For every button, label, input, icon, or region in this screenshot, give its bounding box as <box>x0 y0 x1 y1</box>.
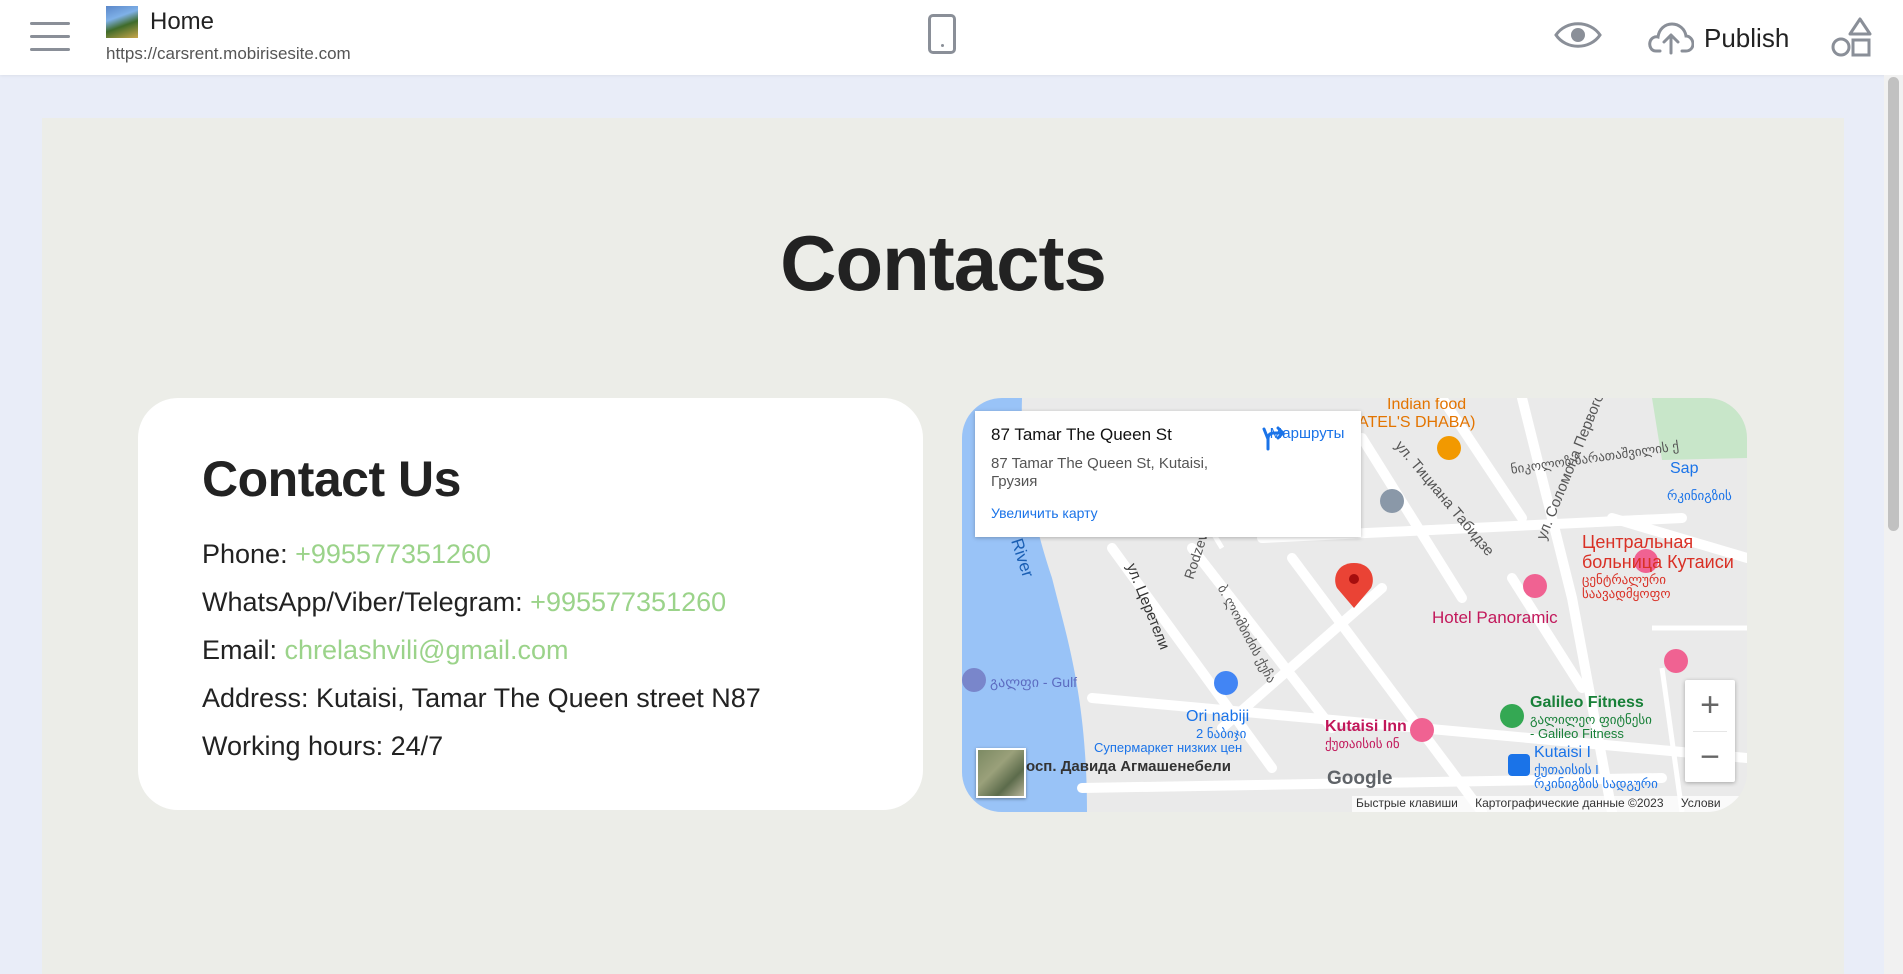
publish-label: Publish <box>1704 22 1790 53</box>
directions-button[interactable]: Маршруты <box>1262 425 1352 451</box>
scrollbar-thumb[interactable] <box>1888 77 1899 531</box>
site-thumbnail[interactable] <box>106 6 138 38</box>
map-label-galileo-2: - Galileo Fitness <box>1530 726 1624 741</box>
terms-link[interactable]: Услови <box>1681 796 1721 810</box>
map-label-hospital-2: больница Кутаиси <box>1582 552 1734 572</box>
map-label-gulf: გალფი - Gulf <box>990 674 1078 690</box>
map-data-text: Картографические данные ©2023 <box>1475 796 1664 810</box>
keyboard-shortcuts-link[interactable]: Быстрые клавиши <box>1356 796 1458 810</box>
map-label-kutaisi-i-ka-2: რკინიგზის სადგური <box>1534 776 1658 791</box>
enlarge-map-link[interactable]: Увеличить карту <box>991 505 1098 521</box>
messengers-line: WhatsApp/Viber/Telegram: +995577351260 <box>202 578 859 626</box>
map-info-window: 87 Tamar The Queen St 87 Tamar The Queen… <box>975 411 1361 537</box>
cloud-upload-icon <box>1648 22 1694 55</box>
contact-card: Contact Us Phone: +995577351260 WhatsApp… <box>138 398 923 810</box>
map-label-ori-nabiji: Ori nabiji <box>1186 708 1250 725</box>
messengers-link[interactable]: +995577351260 <box>530 587 726 617</box>
map-label-railway: რკინიგზის <box>1667 488 1732 503</box>
card-title: Contact Us <box>202 451 461 507</box>
map-label-supermarket: Супермаркет низких цен <box>1094 740 1243 755</box>
site-url[interactable]: https://carsrent.mobirisesite.com <box>106 44 351 64</box>
phone-link[interactable]: +995577351260 <box>295 539 491 569</box>
section-heading: Contacts <box>780 219 1107 307</box>
map-label-dhaba: ATEL'S DHABA) <box>1358 414 1476 431</box>
map-label-hotel-panoramic: Hotel Panoramic <box>1432 608 1558 627</box>
phone-line: Phone: +995577351260 <box>202 530 859 578</box>
shapes-icon[interactable] <box>1830 16 1874 58</box>
map-label-kutaisi-i: Kutaisi I <box>1534 744 1591 761</box>
publish-button[interactable]: Publish <box>1648 18 1789 58</box>
map-label-kutaisi-inn-ka: ქუთაისის ინ <box>1325 736 1400 751</box>
email-link[interactable]: chrelashvili@gmail.com <box>285 635 569 665</box>
address-line: Address: Kutaisi, Tamar The Queen street… <box>202 683 761 713</box>
google-map[interactable]: Indian food ATEL'S DHABA) Sap რკინიგზის … <box>962 398 1747 812</box>
zoom-in-button[interactable]: + <box>1685 680 1735 731</box>
page-scrollbar[interactable] <box>1884 75 1903 974</box>
contacts-section: Contacts Contact Us Phone: +995577351260… <box>42 118 1844 974</box>
zoom-out-button[interactable]: − <box>1685 732 1735 783</box>
satellite-toggle-button[interactable] <box>976 748 1026 798</box>
messengers-label: WhatsApp/Viber/Telegram: <box>202 587 523 617</box>
map-label-sap: Sap <box>1670 460 1699 477</box>
top-toolbar: Home https://carsrent.mobirisesite.com P… <box>0 0 1903 75</box>
map-attribution: Быстрые клавиши Картографические данные … <box>1352 796 1739 812</box>
map-label-galileo: Galileo Fitness <box>1530 694 1644 711</box>
directions-icon <box>1262 426 1285 451</box>
hamburger-menu-icon[interactable] <box>30 22 70 54</box>
map-label-agmashenebeli: осп. Давида Агмашенебели <box>1026 758 1231 775</box>
page-title[interactable]: Home <box>150 8 214 36</box>
mobile-phone-icon[interactable] <box>928 14 956 54</box>
map-label-hospital: Центральная <box>1582 532 1694 552</box>
map-label-indian-food: Indian food <box>1387 398 1467 413</box>
eye-icon[interactable] <box>1554 20 1602 50</box>
google-logo: Google <box>1327 768 1393 789</box>
map-label-hospital-ka-2: საავადმყოფო <box>1582 586 1671 601</box>
phone-label: Phone: <box>202 539 288 569</box>
zoom-controls: + − <box>1685 680 1735 782</box>
map-info-address: 87 Tamar The Queen St, Kutaisi, Грузия <box>991 455 1209 490</box>
email-label: Email: <box>202 635 278 665</box>
working-hours-line: Working hours: 24/7 <box>202 731 444 761</box>
email-line: Email: chrelashvili@gmail.com <box>202 626 859 674</box>
map-label-kutaisi-inn: Kutaisi Inn <box>1325 718 1407 735</box>
